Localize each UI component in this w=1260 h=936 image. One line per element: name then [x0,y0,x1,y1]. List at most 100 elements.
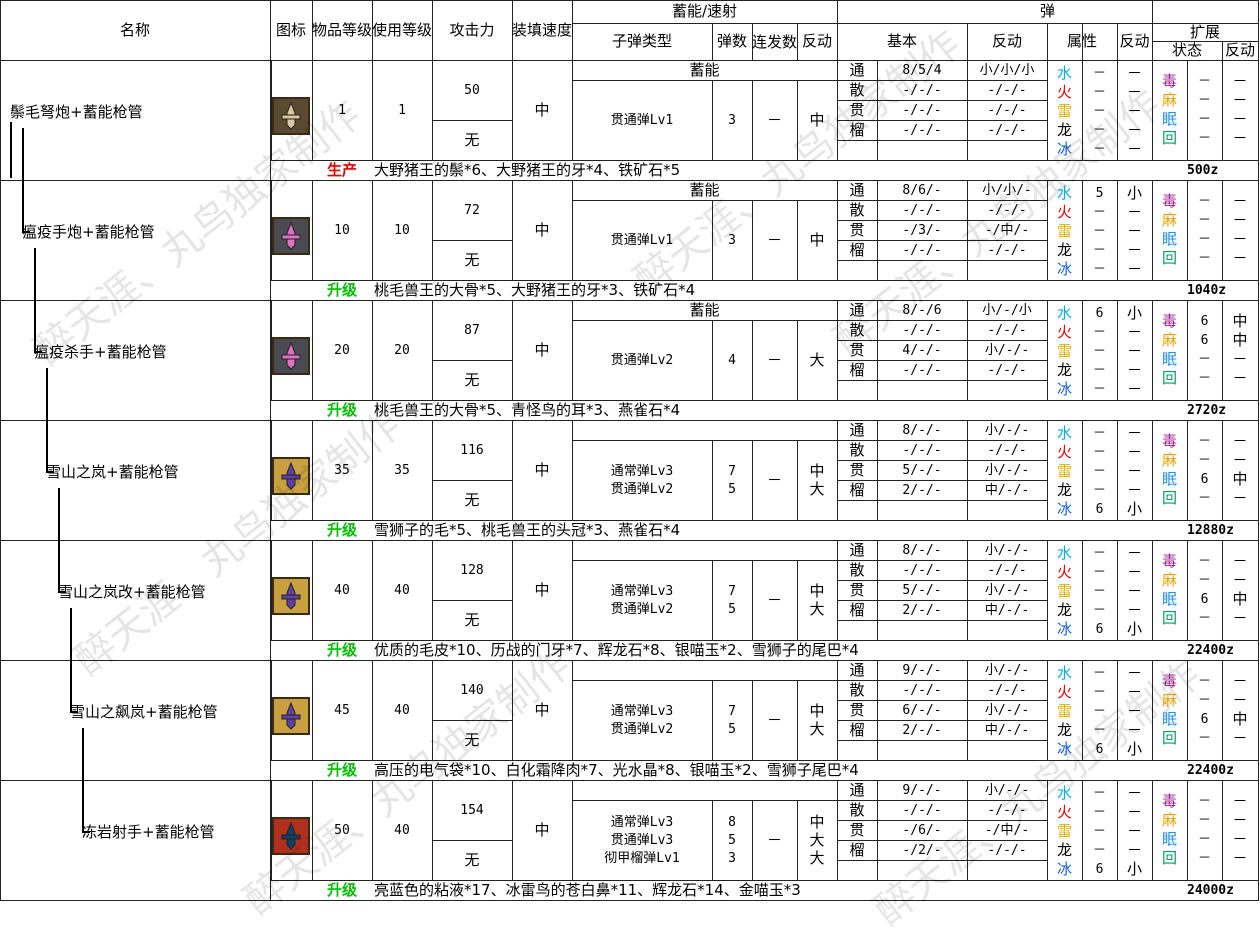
element-recoil: － [1126,203,1142,221]
shot-basic: -/-/- [902,442,942,458]
element-ice: 冰 [1056,860,1072,878]
element-value: － [1092,85,1106,100]
element-value: － [1092,66,1106,81]
status-heal: 回 [1161,129,1177,147]
element-dragon: 龙 [1056,481,1072,499]
bullet-recoil: 大 [809,830,825,849]
price: 12880z [1187,522,1234,538]
shot-label: 散 [849,80,865,99]
bullet-recoil: 大 [809,719,825,738]
mode-line [572,320,838,321]
shot-basic: 9/-/- [902,782,942,798]
element-recoil: 小 [1126,184,1142,202]
reload-speed: 中 [534,340,550,359]
header-basic: 基本 [886,32,917,50]
shot-recoil: -/-/- [987,442,1027,458]
shot-basic: 8/-/6 [902,302,942,318]
reload-speed: 中 [534,580,550,599]
tree-connector [46,420,48,472]
shot-recoil: 小/-/- [984,422,1030,438]
status-recoil: － [1232,672,1248,690]
shot-label: 通 [849,540,865,559]
burst-count: － [766,710,782,729]
action-label: 升级 [326,520,357,539]
tree-connector [58,488,60,540]
element-ice: 冰 [1056,140,1072,158]
element-value: － [1092,786,1106,801]
status-paralysis: 麻 [1161,331,1177,349]
element-fire: 火 [1056,563,1072,581]
shot-basic: -/2/- [902,842,942,858]
element-recoil: － [1126,841,1142,859]
element-thunder: 雷 [1056,822,1072,840]
grid-line [1258,180,1259,300]
element-recoil: 小 [1126,500,1142,518]
weapon-name: 鬃毛弩炮+蓄能枪管 [10,102,143,121]
status-recoil: 中 [1232,710,1248,728]
element-value: － [1092,805,1106,820]
status-value: － [1197,453,1211,468]
shot-label: 贯 [849,580,865,599]
status-value: 6 [1200,712,1209,727]
weapon-icon [272,457,310,495]
row-bottom-line [0,900,1259,901]
status-sleep: 眠 [1161,830,1177,848]
weapon-name: 瘟疫手炮+蓄能枪管 [22,222,155,241]
shot-recoil: 小/-/- [984,782,1030,798]
item-level: 20 [334,342,350,358]
shot-basic: 8/6/- [902,182,942,198]
status-value: － [1197,371,1211,386]
tree-branch [46,471,54,473]
status-recoil: － [1232,451,1248,469]
bullet-type: 通常弹Lv3 [610,463,674,479]
bullet-recoil: 中 [809,812,825,831]
element-value: － [1092,723,1106,738]
shot-basic: 5/-/- [902,582,942,598]
element-value: － [1092,344,1106,359]
element-recoil: － [1126,222,1142,240]
shot-basic: -/-/- [902,122,942,138]
status-poison: 毒 [1161,672,1177,690]
element-ice: 冰 [1056,500,1072,518]
status-value: － [1197,611,1211,626]
status-value: － [1197,693,1211,708]
shot-label: 散 [849,440,865,459]
bullet-count: 5 [728,481,736,497]
element-value: － [1092,325,1106,340]
grid-line [877,300,878,400]
element-value: － [1092,704,1106,719]
element-recoil: － [1126,803,1142,821]
bullet-type: 贯通弹Lv2 [610,601,674,617]
element-recoil: － [1126,64,1142,82]
charge-mode: 蓄能 [689,300,720,319]
attack-value: 128 [460,562,484,578]
shot-recoil: -/中/- [984,222,1030,238]
status-paralysis: 麻 [1161,211,1177,229]
element-dragon: 龙 [1056,241,1072,259]
status-heal: 回 [1161,609,1177,627]
status-recoil: － [1232,571,1248,589]
shot-row-line [837,860,1048,861]
element-recoil: － [1126,140,1142,158]
shot-basic: 6/-/- [902,702,942,718]
element-recoil: － [1126,342,1142,360]
element-recoil: － [1126,822,1142,840]
header-item-level: 物品等级 [312,21,373,39]
attack-value: 72 [464,202,480,218]
status-poison: 毒 [1161,432,1177,450]
bullet-type: 通常弹Lv3 [610,703,674,719]
grid-line [1258,540,1259,660]
action-label: 生产 [326,160,357,179]
tree-connector [22,128,24,180]
tree-connector [70,660,72,712]
element-value: － [1092,224,1106,239]
price: 22400z [1187,762,1234,778]
status-recoil: － [1232,830,1248,848]
status-recoil: － [1232,72,1248,90]
tree-branch [58,591,66,593]
element-recoil: － [1126,563,1142,581]
shot-recoil: -/-/- [987,242,1027,258]
attack-value: 87 [464,322,480,338]
shot-recoil: -/-/- [987,122,1027,138]
defense-value: 无 [464,490,480,509]
